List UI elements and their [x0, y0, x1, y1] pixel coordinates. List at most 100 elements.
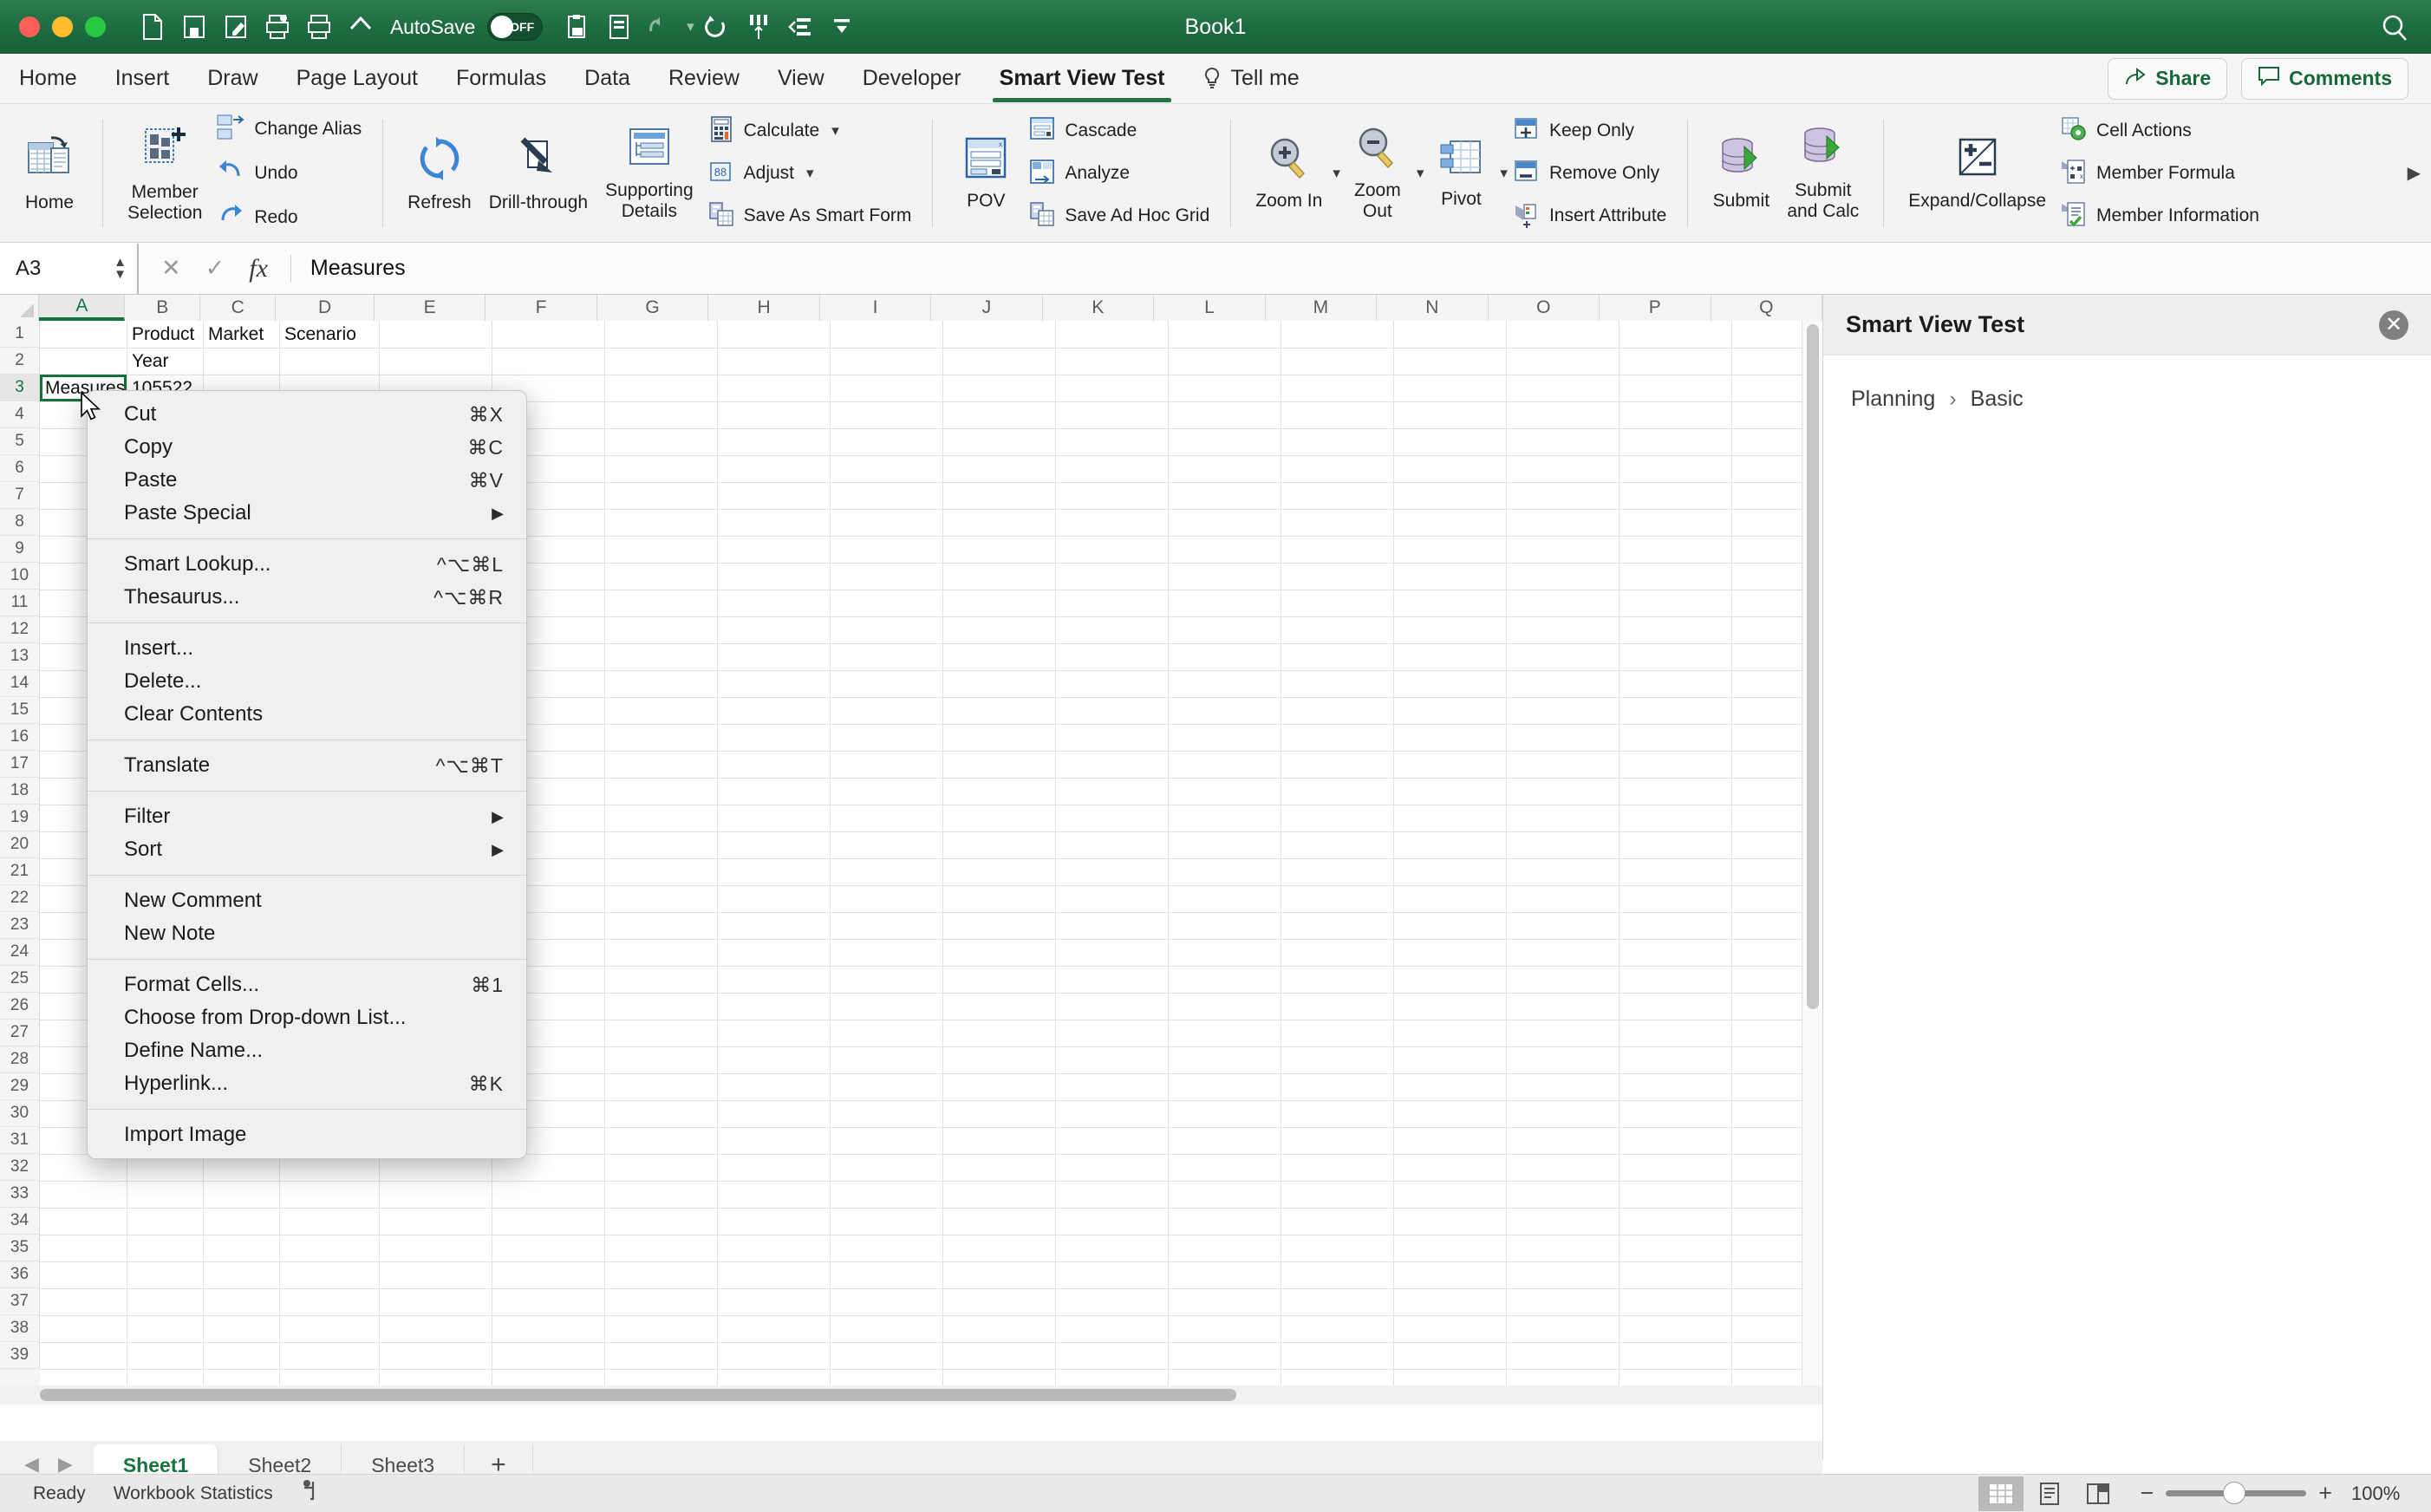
column-header-m[interactable]: M — [1265, 295, 1378, 321]
context-menu-item-smart-lookup[interactable]: Smart Lookup... ^⌥⌘L — [88, 548, 526, 581]
cell-actions-button[interactable]: Cell Actions — [2055, 113, 2265, 150]
tab-formulas[interactable]: Formulas — [437, 54, 565, 104]
change-alias-button[interactable]: Change Alias — [211, 110, 367, 149]
vertical-scroll-thumb[interactable] — [1807, 324, 1819, 1009]
zoom-track[interactable] — [2166, 1482, 2307, 1504]
tab-review[interactable]: Review — [649, 54, 759, 104]
row-header-2[interactable]: 2 — [0, 348, 40, 375]
column-header-o[interactable]: O — [1488, 295, 1600, 321]
zoom-in-button[interactable]: Zoom In — [1247, 136, 1331, 212]
row-header-36[interactable]: 36 — [0, 1261, 40, 1288]
row-header-13[interactable]: 13 — [0, 643, 40, 670]
save-ad-hoc-grid-button[interactable]: Save Ad Hoc Grid — [1023, 198, 1215, 235]
tell-me-button[interactable]: Tell me — [1183, 66, 1300, 91]
column-header-j[interactable]: J — [931, 295, 1043, 321]
zoom-out-dropdown-icon[interactable]: ▾ — [1417, 165, 1424, 182]
tab-data[interactable]: Data — [565, 54, 649, 104]
row-header-5[interactable]: 5 — [0, 428, 40, 455]
row-header-28[interactable]: 28 — [0, 1046, 40, 1073]
normal-view-icon[interactable] — [1978, 1476, 2024, 1511]
accessibility-icon[interactable] — [287, 1479, 337, 1509]
redo-icon[interactable] — [698, 8, 736, 46]
submit-button[interactable]: Submit — [1704, 136, 1778, 212]
row-header-10[interactable]: 10 — [0, 563, 40, 590]
save-as-icon[interactable] — [217, 8, 255, 46]
next-sheet-icon[interactable]: ▶ — [58, 1453, 73, 1476]
row-header-8[interactable]: 8 — [0, 509, 40, 536]
expand-collapse-button[interactable]: Expand/Collapse — [1900, 136, 2055, 212]
row-header-7[interactable]: 7 — [0, 482, 40, 509]
member-selection-button[interactable]: Member Selection — [119, 124, 211, 223]
save-as-smart-form-button[interactable]: Save As Smart Form — [702, 198, 917, 235]
undo-dropdown-icon[interactable]: ▾ — [687, 18, 694, 36]
minimize-window-button[interactable] — [52, 16, 73, 37]
pov-button[interactable]: x POV — [948, 136, 1023, 212]
row-header-1[interactable]: 1 — [0, 321, 40, 348]
row-header-23[interactable]: 23 — [0, 912, 40, 939]
row-header-18[interactable]: 18 — [0, 778, 40, 805]
home-icon[interactable] — [342, 8, 380, 46]
row-header-29[interactable]: 29 — [0, 1073, 40, 1100]
column-header-b[interactable]: B — [125, 295, 201, 321]
formula-input[interactable]: Measures — [291, 256, 406, 281]
row-header-25[interactable]: 25 — [0, 966, 40, 993]
ribbon-overflow-button[interactable]: ▶ — [2408, 104, 2431, 242]
context-menu-item-sort[interactable]: Sort ▶ — [88, 833, 526, 866]
close-window-button[interactable] — [19, 16, 40, 37]
context-menu-item-filter[interactable]: Filter ▶ — [88, 800, 526, 833]
refresh-button[interactable]: Refresh — [399, 134, 480, 213]
tab-draw[interactable]: Draw — [188, 54, 277, 104]
insert-attribute-button[interactable]: Insert Attribute — [1508, 198, 1672, 235]
calculate-dropdown-icon[interactable]: ▾ — [831, 122, 839, 140]
context-menu-item-format-cells[interactable]: Format Cells... ⌘1 — [88, 968, 526, 1001]
row-header-26[interactable]: 26 — [0, 993, 40, 1020]
horizontal-scroll-thumb[interactable] — [40, 1389, 1236, 1401]
column-header-d[interactable]: D — [276, 295, 375, 321]
form-icon[interactable] — [600, 8, 638, 46]
context-menu-item-delete[interactable]: Delete... — [88, 665, 526, 698]
cancel-icon[interactable]: ✕ — [161, 255, 181, 282]
print-preview-icon[interactable] — [258, 8, 297, 46]
zoom-in-button[interactable]: + — [2318, 1480, 2332, 1507]
confirm-icon[interactable]: ✓ — [205, 255, 225, 282]
column-header-f[interactable]: F — [486, 295, 597, 321]
row-header-34[interactable]: 34 — [0, 1208, 40, 1235]
pivot-button[interactable]: Pivot — [1424, 138, 1498, 210]
column-header-l[interactable]: L — [1154, 295, 1266, 321]
column-header-c[interactable]: C — [200, 295, 277, 321]
row-header-20[interactable]: 20 — [0, 831, 40, 858]
new-document-icon[interactable] — [134, 8, 172, 46]
tab-home[interactable]: Home — [0, 54, 96, 104]
row-header-12[interactable]: 12 — [0, 616, 40, 643]
vertical-scrollbar[interactable] — [1802, 321, 1822, 1404]
zoom-knob[interactable] — [2223, 1482, 2246, 1504]
insert-function-icon[interactable]: fx — [249, 254, 268, 284]
calculate-button[interactable]: Calculate ▾ — [702, 113, 917, 150]
row-header-27[interactable]: 27 — [0, 1020, 40, 1046]
customize-toolbar-icon[interactable] — [823, 8, 861, 46]
row-header-24[interactable]: 24 — [0, 939, 40, 966]
cell-context-menu[interactable]: Cut ⌘X Copy ⌘C Paste ⌘V Paste Special ▶ Smart Lo… — [87, 390, 527, 1159]
cell-b1[interactable]: Product — [127, 321, 203, 348]
column-header-h[interactable]: H — [708, 295, 820, 321]
row-header-17[interactable]: 17 — [0, 751, 40, 778]
row-header-37[interactable]: 37 — [0, 1288, 40, 1315]
keep-only-button[interactable]: Keep Only — [1508, 113, 1672, 150]
cell-d1[interactable]: Scenario — [279, 321, 379, 348]
adjust-dropdown-icon[interactable]: ▾ — [806, 165, 814, 182]
column-header-a[interactable]: A — [39, 295, 126, 321]
column-header-n[interactable]: N — [1377, 295, 1489, 321]
column-header-e[interactable]: E — [374, 295, 486, 321]
context-menu-item-paste-special[interactable]: Paste Special ▶ — [88, 497, 526, 530]
row-header-16[interactable]: 16 — [0, 724, 40, 751]
row-header-32[interactable]: 32 — [0, 1154, 40, 1181]
context-menu-item-cut[interactable]: Cut ⌘X — [88, 398, 526, 431]
context-menu-item-choose-from-drop-down-list[interactable]: Choose from Drop-down List... — [88, 1001, 526, 1034]
column-header-i[interactable]: I — [819, 295, 932, 321]
row-header-6[interactable]: 6 — [0, 455, 40, 482]
prev-sheet-icon[interactable]: ◀ — [24, 1453, 39, 1476]
tab-insert[interactable]: Insert — [96, 54, 189, 104]
supporting-details-button[interactable]: Supporting Details — [596, 126, 702, 221]
page-layout-view-icon[interactable] — [2027, 1476, 2072, 1511]
close-icon[interactable]: ✕ — [2379, 310, 2408, 340]
